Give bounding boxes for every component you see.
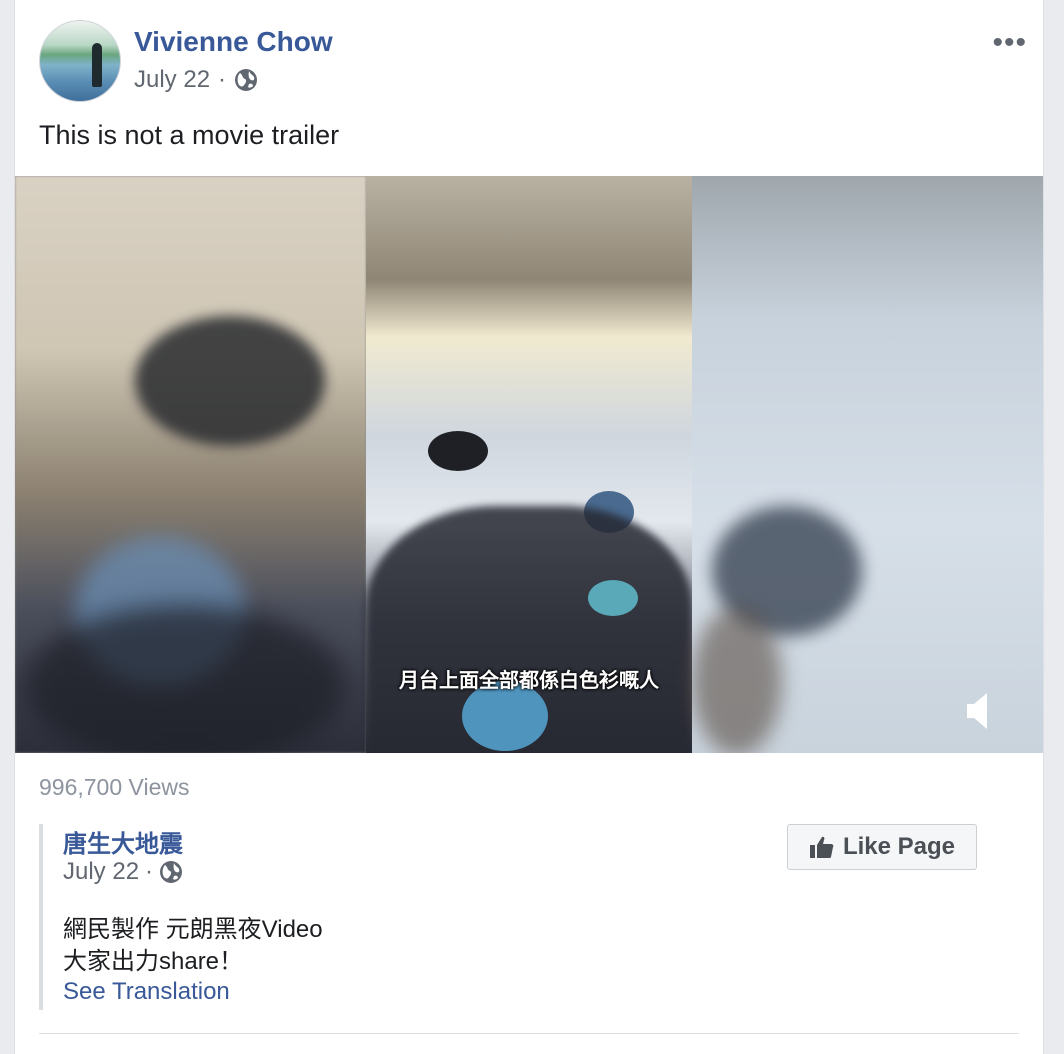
like-page-button[interactable]: Like Page	[787, 824, 977, 870]
post-text: This is not a movie trailer	[39, 120, 340, 150]
post-date[interactable]: July 22	[134, 66, 210, 94]
shared-meta-separator: ·	[145, 858, 154, 885]
see-translation-link[interactable]: See Translation	[63, 978, 230, 1006]
avatar-person-silhouette	[92, 43, 102, 87]
card-divider	[39, 1033, 1019, 1034]
author-avatar[interactable]	[39, 20, 121, 102]
post-card: Vivienne Chow July 22 · ••• This is not …	[14, 0, 1044, 1054]
post-meta: July 22 ·	[134, 66, 258, 94]
shared-meta: July 22 ·	[63, 858, 183, 886]
video-blur-left	[15, 176, 366, 753]
shared-description: 網民製作 元朗黑夜Video 大家出力share！	[63, 914, 323, 978]
video-subtitle: 月台上面全部都係白色衫嘅人	[399, 670, 659, 692]
shared-page-name[interactable]: 唐生大地震	[63, 824, 183, 859]
speaker-icon[interactable]	[965, 691, 995, 731]
globe-icon[interactable]	[159, 860, 183, 884]
shared-date[interactable]: July 22	[63, 858, 139, 886]
video-blur-right	[692, 176, 1043, 753]
like-page-label: Like Page	[842, 833, 956, 860]
globe-icon[interactable]	[234, 68, 258, 92]
shared-description-line1: 網民製作 元朗黑夜Video	[63, 916, 323, 943]
author-name[interactable]: Vivienne Chow	[134, 26, 333, 58]
video-player[interactable]: 月台上面全部都係白色衫嘅人	[15, 176, 1043, 753]
meta-separator: ·	[218, 66, 227, 93]
more-options-button[interactable]: •••	[992, 26, 1027, 60]
shared-description-line2: 大家出力share！	[63, 948, 244, 975]
thumbs-up-icon	[809, 836, 834, 858]
view-count: 996,700 Views	[39, 774, 190, 800]
